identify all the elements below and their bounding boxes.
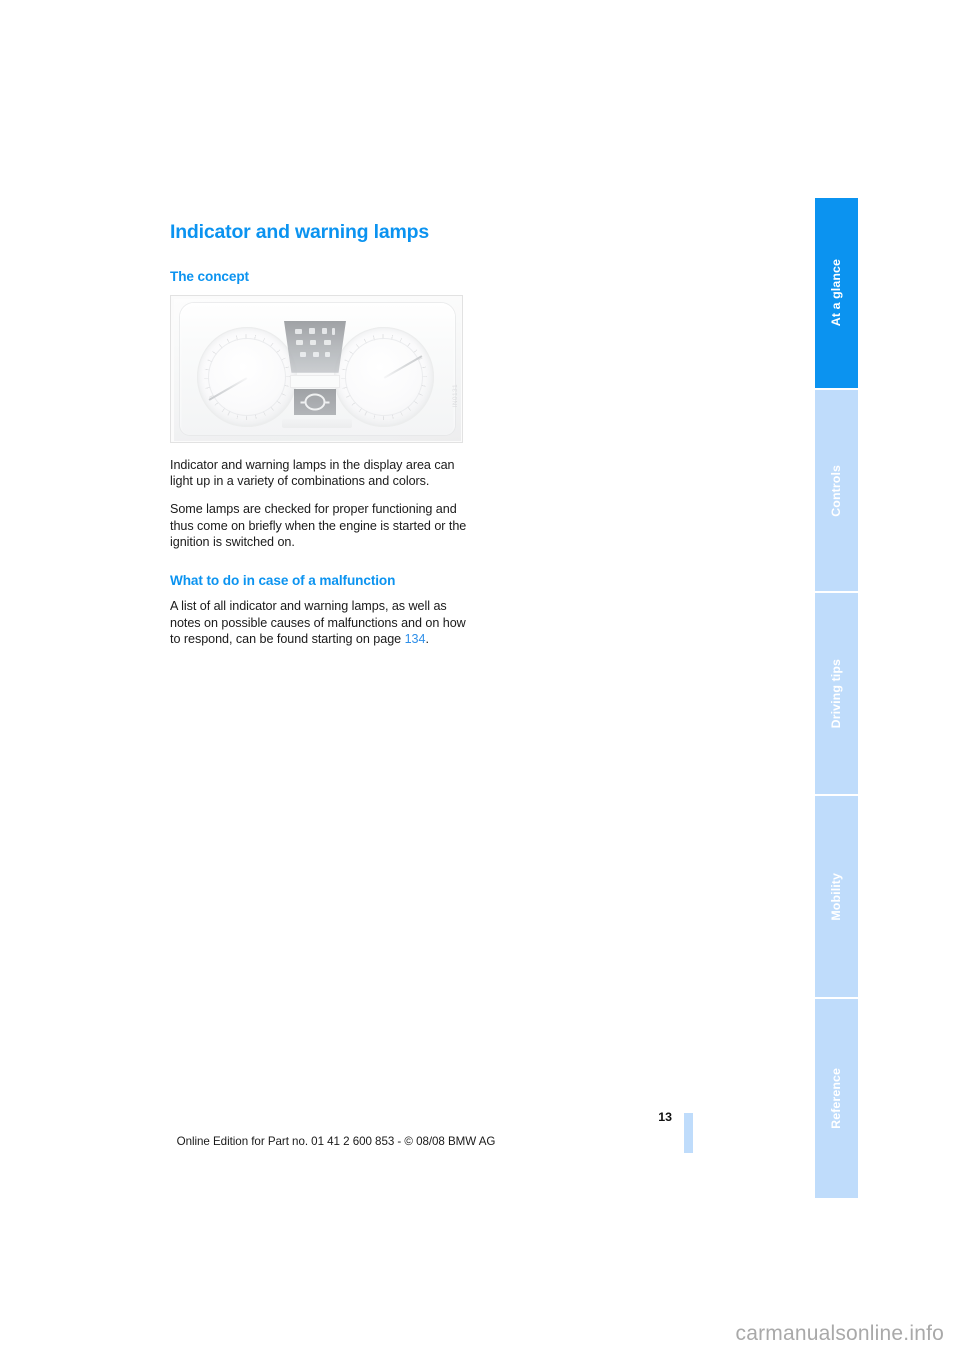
warning-lamp-icon <box>322 327 327 334</box>
indicator-lamp-display-area <box>284 320 346 373</box>
warning-lamp-icon <box>313 351 319 357</box>
page-number: 13 <box>658 1110 672 1124</box>
section-heading-malfunction: What to do in case of a malfunction <box>170 572 396 588</box>
warning-lamp-icon <box>332 327 335 335</box>
brake-warning-lamp-area <box>294 388 336 415</box>
tab-label-reference: Reference <box>829 1068 843 1129</box>
manual-page: Indicator and warning lamps The concept <box>0 0 960 1358</box>
speedometer-face <box>208 338 286 416</box>
tachometer-dial <box>334 326 434 427</box>
instrument-cluster-photo <box>174 298 461 441</box>
paragraph-concept-1: Indicator and warning lamps in the displ… <box>170 457 455 489</box>
warning-lamp-icon <box>310 339 316 345</box>
paragraph-malfunction-tail: . <box>425 632 429 647</box>
warning-lamp-icon <box>295 328 302 334</box>
brake-warning-icon <box>300 393 330 411</box>
tab-label-wrap: Mobility <box>815 796 858 997</box>
info-display-window <box>290 374 340 388</box>
tab-label-wrap: At a glance <box>815 198 858 388</box>
warning-lamp-icon <box>300 351 306 357</box>
content-column: Indicator and warning lamps The concept <box>170 221 470 648</box>
tab-label-controls: Controls <box>829 464 843 517</box>
tab-reference[interactable]: Reference <box>815 999 858 1198</box>
cluster-lower-trim <box>282 418 352 428</box>
warning-lamp-icon <box>324 339 331 345</box>
tab-controls[interactable]: Controls <box>815 390 858 593</box>
site-watermark: carmanualsonline.info <box>735 1322 944 1345</box>
tab-mobility[interactable]: Mobility <box>815 796 858 999</box>
tab-label-driving-tips: Driving tips <box>829 658 843 729</box>
section-tab-strip: At a glance Controls Driving tips Mobili… <box>815 198 858 1198</box>
paragraph-concept-2: Some lamps are checked for proper functi… <box>170 501 467 550</box>
warning-lamp-icon <box>296 339 303 345</box>
tab-label-at-a-glance: At a glance <box>829 259 843 327</box>
tab-label-wrap: Controls <box>815 390 858 591</box>
page-title: Indicator and warning lamps <box>170 221 429 243</box>
section-malfunction: What to do in case of a malfunction A li… <box>170 573 470 648</box>
footer-edition-note: Online Edition for Part no. 01 41 2 600 … <box>176 1135 496 1148</box>
instrument-cluster-figure: IN0131 <box>170 294 463 443</box>
page-cross-reference-link[interactable]: 134 <box>405 632 426 646</box>
tab-label-mobility: Mobility <box>829 872 843 921</box>
figure-reference-code: IN0131 <box>452 383 459 408</box>
tab-label-wrap: Reference <box>815 999 858 1198</box>
tab-driving-tips[interactable]: Driving tips <box>815 593 858 796</box>
paragraph-malfunction: A list of all indicator and warning lamp… <box>170 598 470 648</box>
warning-lamp-icon <box>325 351 330 357</box>
warning-lamp-icon <box>309 327 315 334</box>
tab-label-wrap: Driving tips <box>815 593 858 794</box>
speedometer-dial <box>197 326 297 427</box>
tab-at-a-glance[interactable]: At a glance <box>815 198 858 390</box>
section-heading-the-concept: The concept <box>170 269 249 285</box>
footer-rule <box>684 1113 693 1153</box>
